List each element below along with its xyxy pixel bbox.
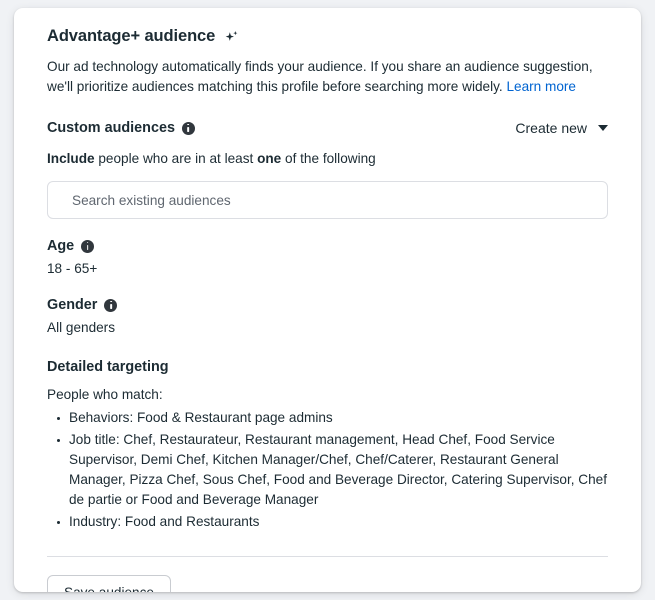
- list-item: Job title: Chef, Restaurateur, Restauran…: [57, 430, 607, 510]
- sparkle-icon: [224, 29, 239, 45]
- footer-divider: [47, 556, 608, 557]
- include-keyword: Include: [47, 151, 95, 166]
- gender-value: All genders: [47, 320, 116, 335]
- card-header: Advantage+ audience: [47, 8, 608, 46]
- list-item: Behaviors: Food & Restaurant page admins: [57, 408, 607, 428]
- age-label-row: Age: [47, 238, 608, 254]
- gender-field: Gender All genders: [47, 297, 608, 337]
- learn-more-link[interactable]: Learn more: [506, 79, 576, 94]
- include-mid-text: people who are in at least: [94, 151, 258, 166]
- custom-audiences-heading: Custom audiences: [47, 120, 195, 136]
- advantage-plus-audience-card: Advantage+ audience Our ad technology au…: [14, 8, 641, 592]
- info-icon[interactable]: [104, 298, 118, 312]
- include-one-keyword: one: [257, 151, 282, 166]
- include-end-text: of the following: [281, 151, 376, 166]
- detailed-targeting-list: Behaviors: Food & Restaurant page admins…: [47, 408, 608, 532]
- custom-audiences-label: Custom audiences: [47, 120, 175, 136]
- page-title: Advantage+ audience: [47, 27, 216, 45]
- age-field: Age 18 - 65+: [47, 238, 608, 278]
- include-rule-text: Include people who are in at least one o…: [47, 150, 608, 168]
- card-description: Our ad technology automatically finds yo…: [47, 57, 608, 97]
- gender-label-row: Gender: [47, 297, 608, 313]
- create-new-label: Create new: [515, 120, 587, 136]
- detailed-targeting-title: Detailed targeting: [47, 359, 169, 375]
- age-value: 18 - 65+: [47, 261, 98, 276]
- detailed-targeting-intro: People who match:: [47, 387, 163, 402]
- search-audiences-box[interactable]: [47, 181, 608, 219]
- search-input[interactable]: [72, 192, 594, 208]
- age-label: Age: [47, 238, 75, 254]
- gender-label: Gender: [47, 297, 98, 313]
- custom-audiences-header-row: Custom audiences Create new: [47, 118, 608, 138]
- info-icon[interactable]: [181, 121, 195, 135]
- detailed-targeting-section: Detailed targeting People who match: Beh…: [47, 359, 608, 532]
- chevron-down-icon: [598, 125, 608, 131]
- save-audience-button[interactable]: Save audience: [47, 575, 171, 592]
- info-icon[interactable]: [81, 239, 95, 253]
- create-new-dropdown[interactable]: Create new: [511, 118, 608, 138]
- list-item: Industry: Food and Restaurants: [57, 512, 607, 532]
